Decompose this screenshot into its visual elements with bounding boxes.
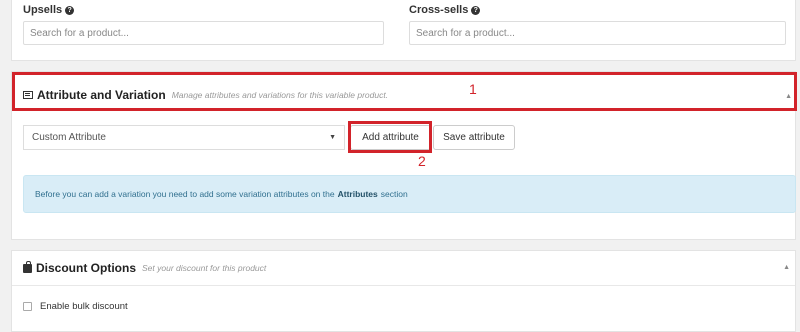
info-text-suffix: section: [380, 189, 408, 199]
info-alert: Before you can add a variation you need …: [23, 175, 796, 213]
bulk-discount-label: Enable bulk discount: [40, 301, 128, 312]
attribute-type-select[interactable]: Custom Attribute ▼: [23, 125, 345, 150]
help-icon[interactable]: ?: [471, 5, 481, 15]
discount-description: Set your discount for this product: [142, 263, 267, 273]
cross-sells-label-text: Cross-sells: [409, 4, 469, 16]
list-icon: [23, 91, 33, 99]
info-text-prefix: Before you can add a variation you need …: [35, 189, 335, 199]
upsells-label: Upsells ?: [23, 4, 75, 16]
upsells-search-input[interactable]: [23, 21, 384, 45]
discount-options-panel: Discount Options Set your discount for t…: [11, 250, 796, 332]
collapse-arrow-icon[interactable]: ▲: [783, 264, 790, 271]
cross-sells-search-input[interactable]: [409, 21, 786, 45]
collapse-arrow-icon[interactable]: ▲: [785, 93, 792, 100]
bulk-discount-checkbox[interactable]: [23, 302, 32, 311]
discount-section-header[interactable]: Discount Options Set your discount for t…: [12, 251, 795, 286]
attribute-variation-panel: Attribute and Variation Manage attribute…: [11, 71, 796, 240]
gift-icon: [23, 260, 32, 273]
info-link-attributes[interactable]: Attributes: [338, 189, 378, 199]
annotation-number-2: 2: [418, 153, 426, 169]
attribute-section-header[interactable]: Attribute and Variation Manage attribute…: [12, 75, 797, 115]
page: Upsells ? Cross-sells ? Attribute and Va…: [0, 0, 800, 332]
cross-sells-label: Cross-sells ?: [409, 4, 481, 16]
annotation-number-1: 1: [469, 81, 477, 97]
help-icon[interactable]: ?: [65, 5, 75, 15]
linked-products-panel: Upsells ? Cross-sells ?: [11, 0, 796, 61]
discount-title: Discount Options: [36, 261, 136, 275]
section-title: Attribute and Variation: [37, 88, 166, 102]
section-description: Manage attributes and variations for thi…: [171, 90, 389, 100]
save-attribute-button[interactable]: Save attribute: [433, 125, 515, 150]
add-attribute-button[interactable]: Add attribute: [350, 125, 431, 150]
bulk-discount-option[interactable]: Enable bulk discount: [23, 301, 128, 312]
select-value: Custom Attribute: [32, 132, 106, 143]
upsells-label-text: Upsells: [23, 4, 63, 16]
dropdown-caret-icon: ▼: [329, 134, 336, 141]
